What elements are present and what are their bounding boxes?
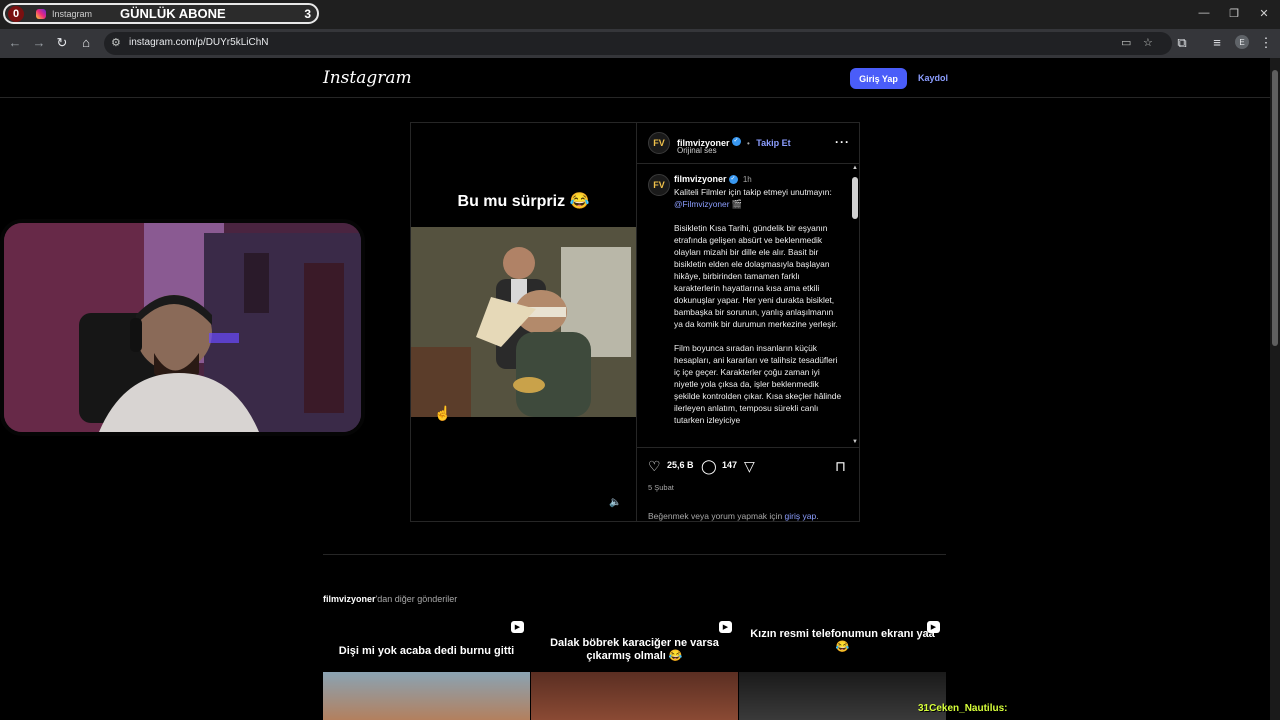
post-card: Bu mu sürpriz 😂 🔈 FV filmvizyoner ✓ • Ta… bbox=[410, 122, 860, 522]
reel-icon: ▶ bbox=[511, 621, 524, 633]
instagram-logo[interactable]: Instagram bbox=[323, 68, 412, 88]
more-posts-grid: Dişi mi yok acaba dedi burnu gitti ▶ Dal… bbox=[323, 615, 946, 720]
install-app-icon[interactable]: ▭ bbox=[1121, 36, 1131, 49]
thumbnail-title: Dalak böbrek karaciğer ne varsa çıkarmış… bbox=[550, 637, 719, 662]
instagram-favicon-icon bbox=[36, 8, 46, 19]
login-prompt-period: . bbox=[816, 511, 819, 521]
browser-chrome: 0 Instagram GÜNLÜK ABONE 3 — ❐ ✕ ← → ↻ ⌂… bbox=[0, 0, 1280, 58]
mute-speaker-icon[interactable]: 🔈 bbox=[609, 497, 621, 508]
stream-chat-line: 31Ceken_Nautilus: bbox=[918, 703, 1008, 714]
page-scroll-thumb[interactable] bbox=[1272, 70, 1278, 346]
webcam-overlay bbox=[0, 219, 365, 436]
post-thumbnail-1[interactable]: Dişi mi yok acaba dedi burnu gitti ▶ bbox=[323, 615, 530, 720]
follow-link[interactable]: Takip Et bbox=[756, 138, 790, 148]
maximize-button[interactable]: ❐ bbox=[1227, 7, 1241, 20]
more-posts-heading: filmvizyoner'dan diğer gönderiler bbox=[323, 594, 457, 604]
caption-time: 1h bbox=[742, 175, 752, 184]
signup-link[interactable]: Kaydol bbox=[918, 73, 948, 83]
bookmark-star-icon[interactable]: ☆ bbox=[1143, 36, 1153, 49]
caption-text: filmvizyoner ✓ 1h Kaliteli Filmler için t… bbox=[674, 173, 844, 438]
more-posts-suffix: 'dan diğer gönderiler bbox=[375, 594, 458, 604]
url-text[interactable]: instagram.com/p/DUYr5kLiChN bbox=[129, 37, 269, 48]
tab-count-badge: 0 bbox=[8, 5, 24, 22]
scroll-down-icon[interactable]: ▼ bbox=[852, 439, 858, 445]
back-arrow-icon[interactable]: ← bbox=[7, 35, 23, 50]
stream-overlay-count: 3 bbox=[304, 6, 311, 21]
caption-mention-link[interactable]: @Filmvizyoner bbox=[674, 199, 730, 209]
menu-kebab-icon[interactable]: ⋮ bbox=[1258, 35, 1274, 51]
caption-username[interactable]: filmvizyoner bbox=[674, 174, 727, 184]
forward-arrow-icon[interactable]: → bbox=[31, 35, 47, 50]
video-frame[interactable] bbox=[411, 227, 636, 417]
media-caption: Bu mu sürpriz 😂 bbox=[457, 193, 590, 210]
media-controls-icon[interactable]: ≡ bbox=[1209, 35, 1225, 50]
caption-scroll-area[interactable]: FV filmvizyoner ✓ 1h Kaliteli Filmler içi… bbox=[637, 165, 860, 447]
caption-paragraph-1: Bisikletin Kısa Tarihi, gündelik bir eşy… bbox=[674, 223, 838, 329]
login-prompt-link[interactable]: giriş yap bbox=[785, 511, 817, 521]
caption-intro: Kaliteli Filmler için takip etmeyi unutm… bbox=[674, 187, 832, 197]
home-icon[interactable]: ⌂ bbox=[78, 35, 94, 50]
post-media[interactable]: Bu mu sürpriz 😂 🔈 bbox=[411, 123, 636, 521]
thumbnail-title: Kızın resmi telefonumun ekranı yaa 😂 bbox=[750, 628, 935, 653]
caption-scroll-thumb[interactable] bbox=[852, 177, 858, 219]
tab-title: Instagram bbox=[52, 8, 93, 19]
video-scene bbox=[411, 227, 636, 417]
login-prompt-text: Beğenmek veya yorum yapmak için bbox=[648, 511, 783, 521]
comment-icon[interactable]: ◯ bbox=[701, 458, 717, 475]
post-date: 5 Şubat bbox=[648, 483, 674, 492]
caption-avatar[interactable]: FV bbox=[648, 174, 670, 196]
share-icon[interactable]: ▽ bbox=[744, 458, 755, 475]
stream-overlay-label: GÜNLÜK ABONE bbox=[120, 6, 226, 21]
caption-scrollbar[interactable]: ▲ ▼ bbox=[851, 165, 859, 447]
webcam-scene bbox=[4, 223, 361, 432]
post-thumbnail-2[interactable]: Dalak böbrek karaciğer ne varsa çıkarmış… bbox=[531, 615, 738, 720]
thumbnail-image bbox=[323, 672, 530, 720]
post-thumbnail-3[interactable]: Kızın resmi telefonumun ekranı yaa 😂 ▶ bbox=[739, 615, 946, 720]
thumbnail-title: Dişi mi yok acaba dedi burnu gitti bbox=[338, 645, 515, 657]
close-window-button[interactable]: ✕ bbox=[1257, 7, 1271, 20]
save-bookmark-icon[interactable]: ⊓ bbox=[835, 458, 846, 475]
caption-paragraph-2: Film boyunca sıradan insanların küçük he… bbox=[674, 343, 842, 425]
login-button[interactable]: Giriş Yap bbox=[850, 68, 907, 89]
section-divider bbox=[323, 554, 946, 555]
thumbnail-image bbox=[739, 672, 946, 720]
more-options-icon[interactable]: ··· bbox=[835, 135, 850, 149]
minimize-button[interactable]: — bbox=[1197, 7, 1211, 19]
scroll-up-icon[interactable]: ▲ bbox=[852, 165, 858, 171]
like-heart-icon[interactable]: ♡ bbox=[648, 458, 661, 475]
tab-strip: 0 Instagram GÜNLÜK ABONE 3 — ❐ ✕ bbox=[0, 0, 1280, 29]
mouse-cursor-icon: ☝ bbox=[434, 405, 452, 421]
post-sidebar: FV filmvizyoner ✓ • Takip Et Orijinal ses… bbox=[636, 123, 860, 521]
verified-badge-icon: ✓ bbox=[731, 137, 741, 147]
extensions-icon[interactable]: ⧉ bbox=[1174, 35, 1190, 51]
reel-icon: ▶ bbox=[927, 621, 940, 633]
original-audio-link[interactable]: Orijinal ses bbox=[677, 146, 717, 155]
browser-toolbar: ← → ↻ ⌂ ⚙ instagram.com/p/DUYr5kLiChN ▭ … bbox=[0, 29, 1280, 58]
more-posts-username[interactable]: filmvizyoner bbox=[323, 594, 376, 604]
reload-icon[interactable]: ↻ bbox=[54, 35, 70, 51]
browser-tab[interactable]: 0 Instagram GÜNLÜK ABONE 3 bbox=[3, 3, 319, 24]
instagram-header: Instagram Giriş Yap Kaydol bbox=[0, 58, 1270, 98]
post-header: FV filmvizyoner ✓ • Takip Et Orijinal ses… bbox=[637, 123, 860, 164]
verified-badge-icon: ✓ bbox=[728, 175, 738, 185]
profile-avatar[interactable]: E bbox=[1235, 35, 1249, 49]
comment-count[interactable]: 147 bbox=[722, 460, 737, 470]
site-info-icon[interactable]: ⚙ bbox=[111, 36, 121, 49]
login-prompt: Beğenmek veya yorum yapmak için giriş ya… bbox=[648, 511, 819, 521]
page-scrollbar[interactable] bbox=[1270, 58, 1280, 720]
clapper-icon: 🎬 bbox=[731, 199, 743, 209]
address-bar[interactable]: ⚙ instagram.com/p/DUYr5kLiChN ▭ ☆ bbox=[104, 32, 1172, 55]
like-count[interactable]: 25,6 B bbox=[667, 460, 694, 470]
reel-icon: ▶ bbox=[719, 621, 732, 633]
thumbnail-image bbox=[531, 672, 738, 720]
post-actions: ♡ 25,6 B ◯ 147 ▽ ⊓ 5 Şubat Beğenmek veya… bbox=[637, 447, 860, 521]
account-avatar[interactable]: FV bbox=[648, 132, 670, 154]
separator-dot: • bbox=[746, 139, 750, 148]
